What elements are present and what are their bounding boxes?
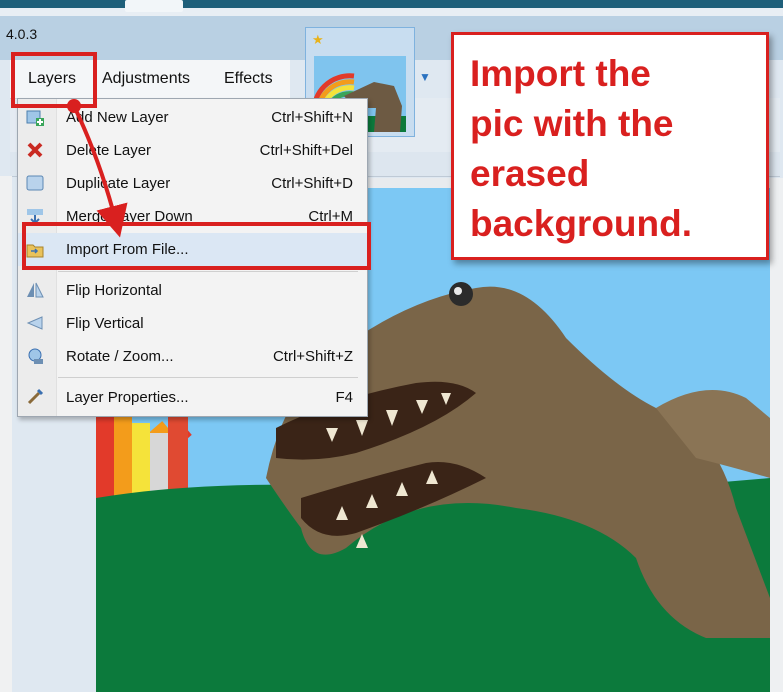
flip-horizontal-icon xyxy=(26,281,44,299)
layers-highlight-box xyxy=(11,52,97,108)
delete-x-icon xyxy=(26,141,44,159)
title-bar-tab xyxy=(125,0,183,12)
rotate-zoom-icon xyxy=(26,347,44,365)
add-layer-icon xyxy=(26,108,44,126)
menu-separator xyxy=(58,271,358,272)
left-panel xyxy=(0,176,12,692)
annotation-callout: Import the pic with the erased backgroun… xyxy=(451,32,769,260)
menu-adjustments[interactable]: Adjustments xyxy=(102,70,190,88)
menu-separator xyxy=(58,377,358,378)
thumbnail-dropdown-icon[interactable]: ▼ xyxy=(419,70,431,84)
menu-item-flip-horizontal[interactable]: Flip Horizontal xyxy=(18,274,367,307)
canvas-scroll-area xyxy=(770,178,783,692)
duplicate-layer-icon xyxy=(26,174,44,192)
version-label: 4.0.3 xyxy=(6,26,38,42)
menu-item-layer-properties[interactable]: Layer Properties... F4 xyxy=(18,381,367,414)
menu-item-delete-layer[interactable]: Delete Layer Ctrl+Shift+Del xyxy=(18,134,367,167)
annotation-text: Import the pic with the erased backgroun… xyxy=(470,53,693,244)
layer-properties-icon xyxy=(26,388,44,406)
star-icon: ★ xyxy=(312,32,324,47)
menu-item-rotate-zoom[interactable]: Rotate / Zoom... Ctrl+Shift+Z xyxy=(18,340,367,373)
menu-item-duplicate-layer[interactable]: Duplicate Layer Ctrl+Shift+D xyxy=(18,167,367,200)
menu-effects[interactable]: Effects xyxy=(224,70,273,88)
import-highlight-box xyxy=(22,222,371,270)
menu-item-flip-vertical[interactable]: Flip Vertical xyxy=(18,307,367,340)
flip-vertical-icon xyxy=(26,314,44,332)
